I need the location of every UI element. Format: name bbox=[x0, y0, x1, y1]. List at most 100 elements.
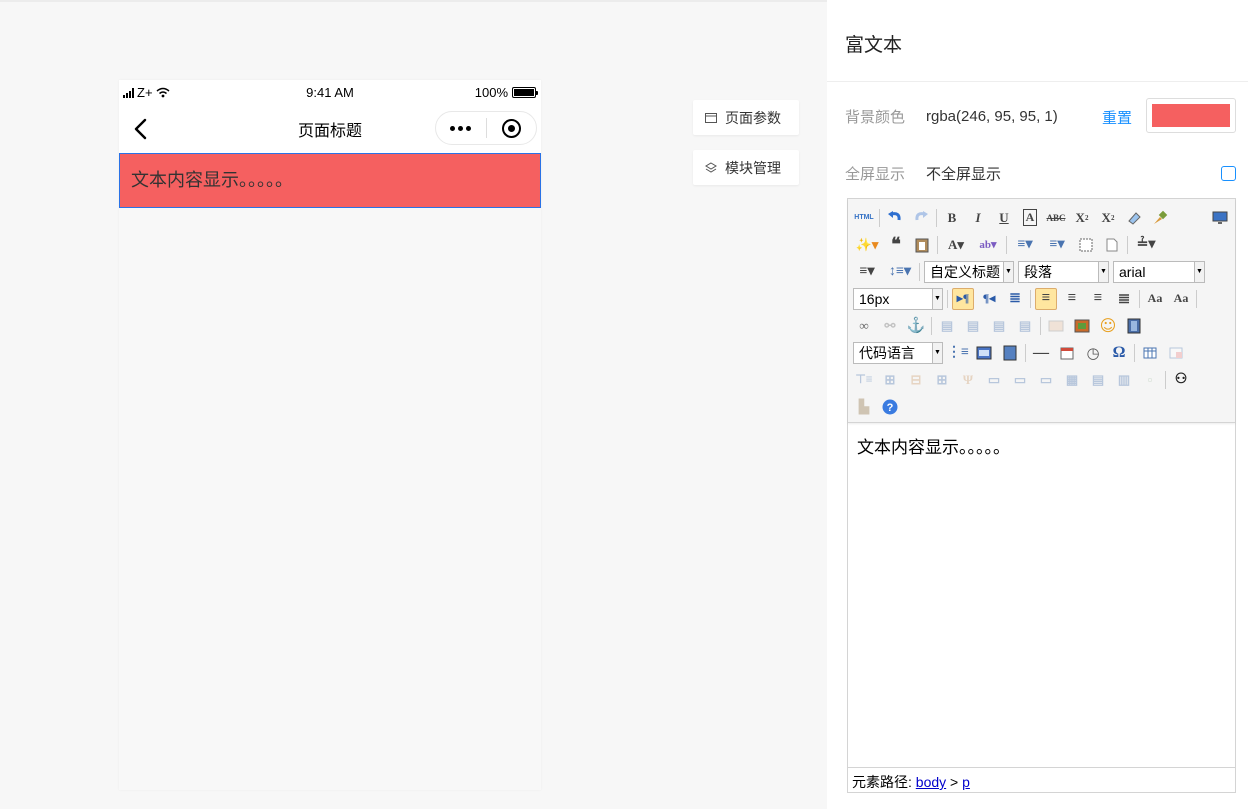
search-replace-binoculars-icon[interactable]: ⚇ bbox=[1170, 369, 1192, 391]
image-center-icon[interactable]: ▤ bbox=[1014, 315, 1036, 337]
panel-title: 富文本 bbox=[827, 0, 1248, 82]
paragraph-select[interactable]: 段落 ▼ bbox=[1018, 260, 1109, 283]
align-justify-icon[interactable]: ≣ bbox=[1113, 288, 1135, 310]
insert-col-icon[interactable]: ⊞ bbox=[931, 369, 953, 391]
properties-panel: 富文本 背景颜色 rgba(246, 95, 95, 1) 重置 全屏显示 不全… bbox=[827, 0, 1248, 809]
image-none-icon[interactable]: ▤ bbox=[936, 315, 958, 337]
rich-text-module[interactable]: 文本内容显示。。。。。 bbox=[119, 153, 541, 208]
more-dots-icon bbox=[450, 125, 472, 131]
module-management-label: 模块管理 bbox=[725, 159, 781, 176]
insert-frame-icon[interactable] bbox=[973, 342, 995, 364]
chart-icon[interactable]: ▫ bbox=[1139, 369, 1161, 391]
font-family-select[interactable]: arial ▼ bbox=[1113, 260, 1205, 283]
layers-icon bbox=[705, 161, 717, 173]
merge-cells-icon[interactable]: ▭ bbox=[983, 369, 1005, 391]
insert-row-icon[interactable]: ⊞ bbox=[879, 369, 901, 391]
more-button[interactable] bbox=[436, 112, 486, 144]
date-icon[interactable] bbox=[1056, 342, 1078, 364]
path-separator: > bbox=[950, 774, 959, 790]
color-picker-swatch[interactable] bbox=[1146, 98, 1236, 133]
row-spacing-bottom-icon[interactable]: ≡▾ bbox=[853, 261, 881, 283]
split-cols-icon[interactable]: ▥ bbox=[1113, 369, 1135, 391]
merge-down-icon[interactable]: ▭ bbox=[1035, 369, 1057, 391]
image-right-icon[interactable]: ▤ bbox=[988, 315, 1010, 337]
align-right-icon[interactable]: ≡ bbox=[1087, 288, 1109, 310]
bg-color-value: rgba(246, 95, 95, 1) bbox=[926, 108, 1058, 125]
highlight-color-icon[interactable]: ab▾ bbox=[974, 234, 1002, 256]
superscript-icon[interactable]: X2 bbox=[1071, 207, 1093, 229]
delete-table-icon[interactable] bbox=[1165, 342, 1187, 364]
draft-icon[interactable]: ▙ bbox=[853, 396, 875, 418]
split-rows-icon[interactable]: ▤ bbox=[1087, 369, 1109, 391]
editor-content-area[interactable]: 文本内容显示。。。。。 bbox=[848, 423, 1235, 768]
undo-icon[interactable] bbox=[884, 207, 906, 229]
fullscreen-checkbox[interactable] bbox=[1221, 166, 1236, 181]
ltr-direction-icon[interactable]: ▸¶ bbox=[952, 287, 974, 310]
insert-video-icon[interactable] bbox=[1123, 315, 1145, 337]
insert-image-icon[interactable] bbox=[1071, 315, 1093, 337]
strikethrough-icon[interactable]: ABC bbox=[1045, 207, 1067, 229]
horizontal-rule-icon[interactable]: — bbox=[1030, 342, 1052, 364]
ordered-list-icon[interactable]: ≡▾ bbox=[1011, 234, 1039, 256]
image-left-icon[interactable]: ▤ bbox=[962, 315, 984, 337]
page-params-label: 页面参数 bbox=[725, 109, 781, 126]
link-icon[interactable]: ∞ bbox=[853, 315, 875, 337]
help-icon[interactable]: ? bbox=[879, 396, 901, 418]
path-body-link[interactable]: body bbox=[916, 774, 946, 790]
insert-table-icon[interactable] bbox=[1139, 342, 1161, 364]
indent-icon[interactable]: ≣ bbox=[1004, 288, 1026, 310]
unordered-list-icon[interactable]: ≡▾ bbox=[1043, 234, 1071, 256]
emoticon-icon[interactable]: ☺ bbox=[1097, 315, 1119, 337]
fullscreen-value: 不全屏显示 bbox=[926, 166, 1002, 183]
html-source-icon[interactable]: HTML bbox=[853, 207, 875, 229]
target-circle-icon bbox=[501, 118, 521, 138]
redo-icon[interactable] bbox=[910, 207, 932, 229]
battery-percent: 100% bbox=[474, 85, 508, 100]
page-params-button[interactable]: 页面参数 bbox=[693, 100, 799, 135]
uppercase-icon[interactable]: Aa bbox=[1144, 288, 1166, 310]
rtl-direction-icon[interactable]: ¶◂ bbox=[978, 288, 1000, 310]
reset-button[interactable]: 重置 bbox=[1102, 107, 1132, 128]
fullscreen-label: 全屏显示 bbox=[845, 166, 906, 183]
close-miniprogram-button[interactable] bbox=[487, 112, 537, 144]
line-height-icon[interactable]: ↕≡▾ bbox=[885, 261, 915, 283]
lowercase-icon[interactable]: Aa bbox=[1170, 288, 1192, 310]
underline-icon[interactable]: U bbox=[993, 207, 1015, 229]
clear-doc-icon[interactable] bbox=[1101, 234, 1123, 256]
font-border-icon[interactable]: A bbox=[1019, 207, 1041, 229]
bold-icon[interactable]: B bbox=[941, 207, 963, 229]
row-spacing-top-icon[interactable]: ≟▾ bbox=[1132, 234, 1160, 256]
template-icon[interactable] bbox=[999, 342, 1021, 364]
font-size-select[interactable]: 16px ▼ bbox=[853, 287, 943, 310]
format-brush-icon[interactable] bbox=[1149, 207, 1171, 229]
delete-col-icon[interactable]: Ψ bbox=[957, 369, 979, 391]
element-path-label: 元素路径: bbox=[852, 774, 912, 790]
special-chars-icon[interactable]: Ω bbox=[1108, 342, 1130, 364]
module-management-button[interactable]: 模块管理 bbox=[693, 150, 799, 185]
heading-select[interactable]: 自定义标题 ▼ bbox=[924, 260, 1014, 283]
page-break-icon[interactable]: ⋮≡ bbox=[947, 342, 969, 364]
eraser-icon[interactable] bbox=[1123, 207, 1145, 229]
path-p-link[interactable]: p bbox=[962, 774, 970, 790]
merge-right-icon[interactable]: ▭ bbox=[1009, 369, 1031, 391]
time-icon[interactable]: ◷ bbox=[1082, 342, 1104, 364]
paste-plain-icon[interactable] bbox=[911, 234, 933, 256]
split-cells-icon[interactable]: ▦ bbox=[1061, 369, 1083, 391]
magic-wand-icon[interactable]: ✨▾ bbox=[853, 234, 881, 256]
align-center-icon[interactable]: ≡ bbox=[1061, 288, 1083, 310]
subscript-icon[interactable]: X2 bbox=[1097, 207, 1119, 229]
delete-row-icon[interactable]: ⊟ bbox=[905, 369, 927, 391]
anchor-icon[interactable]: ⚓ bbox=[905, 315, 927, 337]
window-icon bbox=[705, 112, 717, 123]
nav-bar: 页面标题 bbox=[119, 105, 541, 153]
italic-icon[interactable]: I bbox=[967, 207, 989, 229]
align-left-icon[interactable]: ≡ bbox=[1035, 287, 1057, 310]
code-language-select[interactable]: 代码语言 ▼ bbox=[853, 341, 943, 364]
select-all-icon[interactable] bbox=[1075, 234, 1097, 256]
blockquote-icon[interactable]: ❝ bbox=[885, 234, 907, 256]
preview-monitor-icon[interactable] bbox=[1209, 207, 1231, 229]
unlink-icon[interactable]: ⚯ bbox=[879, 315, 901, 337]
insert-paragraph-before-table-icon[interactable]: ⊤≡ bbox=[853, 369, 875, 391]
simple-upload-icon[interactable] bbox=[1045, 315, 1067, 337]
font-color-icon[interactable]: A▾ bbox=[942, 234, 970, 256]
